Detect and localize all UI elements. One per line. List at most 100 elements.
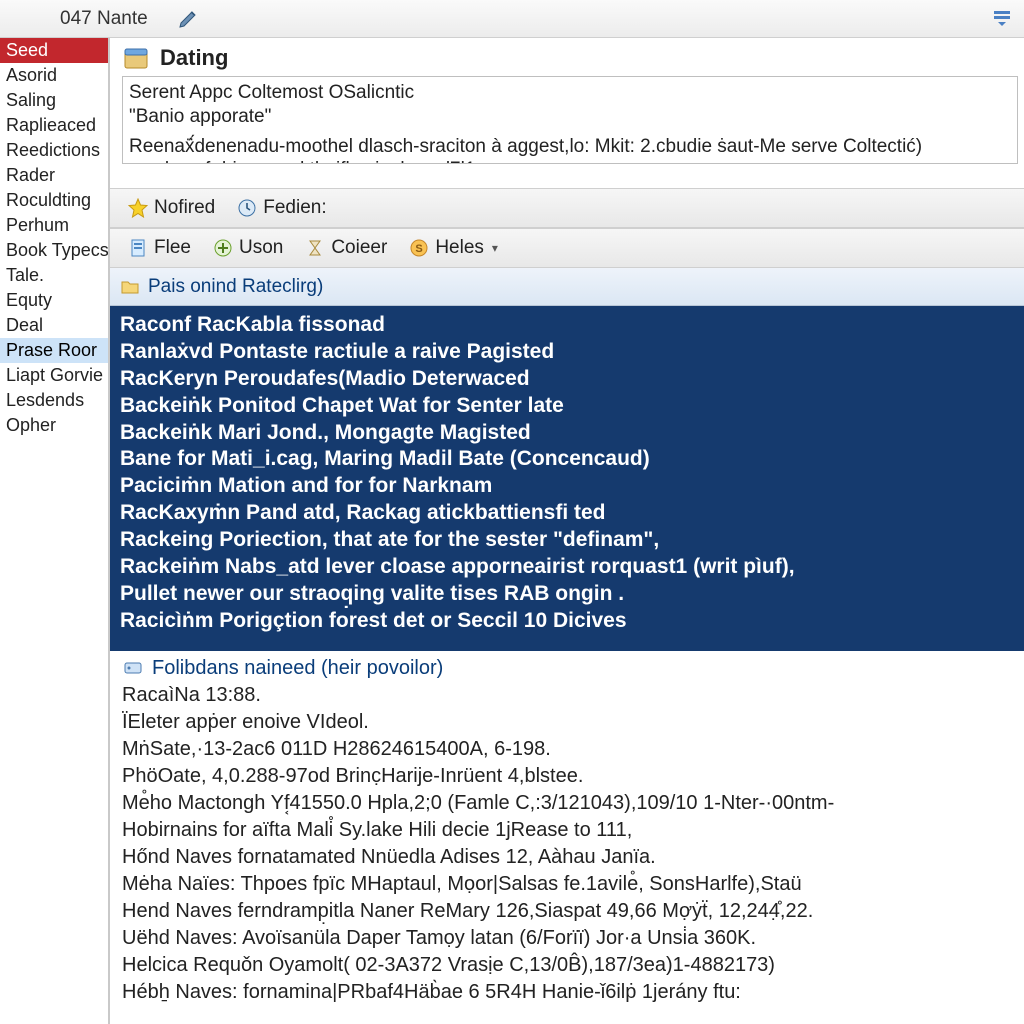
flee-label: Flee	[154, 237, 191, 259]
sidebar-item-label: Roculdting	[6, 190, 91, 210]
sidebar-item-label: Liapt Gorvie	[6, 365, 103, 385]
flee-button[interactable]: Flee	[120, 235, 199, 261]
uson-label: Uson	[239, 237, 283, 259]
details-line: Hőnd Naves fornatamated Nnüedla Adises 1…	[122, 844, 1014, 871]
path-bar[interactable]: Pais onind Rateclirg)	[110, 268, 1024, 306]
console-line: Raconf RacKabla fissonad	[120, 312, 1014, 339]
status-toolbar: Nofired Fedien:	[110, 188, 1024, 228]
file-toolbar: Flee Uson Coieer S	[110, 228, 1024, 268]
details-line: Helcica Requǒn Oyamolt( 02-3A372 Vrasịe …	[122, 952, 1014, 979]
sidebar-item-roculdting[interactable]: Roculdting	[0, 188, 108, 213]
box-icon	[122, 44, 150, 72]
sidebar-item-label: Prase Roor	[6, 340, 97, 360]
sidebar-item-opher[interactable]: Opher	[0, 413, 108, 438]
console-output: Raconf RacKabla fissonad Ranlaẋvd Pontas…	[110, 306, 1024, 651]
plus-icon	[213, 238, 233, 258]
sidebar-item-book-typecs[interactable]: Book Typecs	[0, 238, 108, 263]
dating-title: Dating	[160, 45, 228, 71]
console-line: Backeiṅk Mari Jond., Mongagte Magisted	[120, 420, 1014, 447]
folibdans-header: Folibdans naineed (heir povoilor)	[110, 651, 1024, 682]
dropdown-menu-icon[interactable]	[992, 8, 1014, 30]
heles-button[interactable]: S Heles ▾	[401, 235, 506, 261]
details-line: Mėha Naïes: Thpoes fpïc MHaptaul, Mọor|S…	[122, 871, 1014, 898]
sidebar-item-reedictions[interactable]: Reedictions	[0, 138, 108, 163]
console-line: Ranlaẋvd Pontaste ractiule a raive Pagis…	[120, 339, 1014, 366]
sidebar-item-label: Reedictions	[6, 140, 100, 160]
hourglass-icon	[305, 238, 325, 258]
sidebar-item-label: Asorid	[6, 65, 57, 85]
sidebar-item-label: Equty	[6, 290, 52, 310]
console-line: Rackeing Poriection, that ate for the se…	[120, 527, 1014, 554]
heles-label: Heles	[435, 237, 484, 259]
details-line: Me̊ho Mactongh Yf͔41550.0 Hpla,2;0 (Faml…	[122, 790, 1014, 817]
details-line: RacaìNa 13:88.	[122, 682, 1014, 709]
console-line: Paciciṁn Mation and for for Narknam	[120, 473, 1014, 500]
details-line: ÏEleter apṗer enoive VIdeol.	[122, 709, 1014, 736]
coieer-label: Coieer	[331, 237, 387, 259]
sidebar-item-deal[interactable]: Deal	[0, 313, 108, 338]
sidebar-item-label: Tale.	[6, 265, 44, 285]
uson-button[interactable]: Uson	[205, 235, 291, 261]
sidebar-item-lesdends[interactable]: Lesdends	[0, 388, 108, 413]
sidebar-item-raplieaced[interactable]: Raplieaced	[0, 113, 108, 138]
document-icon	[128, 238, 148, 258]
serent-box: Serent Appc Coltemost OSalicntic "Banio …	[122, 76, 1018, 164]
star-icon	[128, 198, 148, 218]
sidebar-item-label: Raplieaced	[6, 115, 96, 135]
details-line: Hend Naves ferndramp̣itla Naner ReMary 1…	[122, 898, 1014, 925]
chevron-down-icon: ▾	[492, 241, 498, 255]
fedien-label: Fedien:	[263, 197, 326, 219]
drive-icon	[122, 657, 144, 679]
sidebar-item-asorid[interactable]: Asorid	[0, 63, 108, 88]
console-line: Rackeiṅm Nabs_atd lever cloase apporneai…	[120, 554, 1014, 581]
console-line: RacKaxyṁn Pand atd, Rackag atickbattiens…	[120, 500, 1014, 527]
sidebar-item-saling[interactable]: Saling	[0, 88, 108, 113]
dating-header: Dating	[110, 38, 1024, 76]
path-text: Pais onind Rateclirg)	[148, 276, 323, 298]
nofired-label: Nofired	[154, 197, 215, 219]
sidebar-item-label: Rader	[6, 165, 55, 185]
serent-line: Reenaẍ́́denenadu-moothel dlasch-sraciton…	[129, 135, 1011, 159]
window-title: 047 Nante	[60, 8, 148, 30]
sidebar-item-prase-roor[interactable]: Prase Roor	[0, 338, 108, 363]
fedien-button[interactable]: Fedien:	[229, 195, 334, 221]
sidebar-item-seed[interactable]: Seed	[0, 38, 108, 63]
console-line: Backeiṅk Ponitod Chapet Wat for Senter l…	[120, 393, 1014, 420]
console-line: Racicìṅm Porigçtion forest det or Seccil…	[120, 608, 1014, 635]
sidebar-item-label: Deal	[6, 315, 43, 335]
details-line: Hébẖ Naves: fornamina|PRbaf4Häb̀ae 6 5R4…	[122, 979, 1014, 1006]
sidebar-item-rader[interactable]: Rader	[0, 163, 108, 188]
sidebar-item-label: Lesdends	[6, 390, 84, 410]
clock-icon	[237, 198, 257, 218]
details-line: Hobirnains for aïfta Mali̊ Sy.lake Hili …	[122, 817, 1014, 844]
console-line: RacKeryn Peroudafes(Madio Deterwaced	[120, 366, 1014, 393]
titlebar: 047 Nante	[0, 0, 1024, 38]
svg-text:S: S	[416, 243, 423, 255]
sidebar: Seed Asorid Saling Raplieaced Reediction…	[0, 38, 110, 1024]
serent-line: Serent Appc Coltemost OSalicntic	[129, 81, 1011, 105]
sidebar-item-tale[interactable]: Tale.	[0, 263, 108, 288]
pen-tool-icon[interactable]	[176, 6, 202, 32]
serent-line: "Banio apporate"	[129, 105, 1011, 129]
sidebar-item-label: Seed	[6, 40, 48, 60]
sidebar-item-liapt-gorvie[interactable]: Liapt Gorvie	[0, 363, 108, 388]
details-line: MṅSate,·13-2ac6 011D H28624615400A, 6-19…	[122, 736, 1014, 763]
sidebar-item-label: Perhum	[6, 215, 69, 235]
details-line: Uëhd Naves: Avoïsanüla Daper Tamọy latan…	[122, 925, 1014, 952]
sidebar-item-label: Saling	[6, 90, 56, 110]
coin-icon: S	[409, 238, 429, 258]
sidebar-item-label: Book Typecs	[6, 240, 108, 260]
details-line: PhöOate, 4,0.288-97od Brinc̣Harije-Inrüe…	[122, 763, 1014, 790]
console-line: Pullet newer our straoq̣ing valite tises…	[120, 581, 1014, 608]
spacer	[110, 170, 1024, 188]
sidebar-item-equty[interactable]: Equty	[0, 288, 108, 313]
coieer-button[interactable]: Coieer	[297, 235, 395, 261]
details-block: RacaìNa 13:88. ÏEleter apṗer enoive VIde…	[110, 682, 1024, 1016]
main-column: Dating Serent Appc Coltemost OSalicntic …	[110, 38, 1024, 1024]
nofired-button[interactable]: Nofired	[120, 195, 223, 221]
folder-icon	[120, 277, 140, 297]
sidebar-item-perhum[interactable]: Perhum	[0, 213, 108, 238]
folibdans-label: Folibdans naineed (heir povoilor)	[152, 657, 443, 680]
app-root: 047 Nante Seed Asorid Saling Raplieaced …	[0, 0, 1024, 1024]
serent-line: samles of drive naed theifl acjunl auy l…	[129, 158, 1011, 164]
